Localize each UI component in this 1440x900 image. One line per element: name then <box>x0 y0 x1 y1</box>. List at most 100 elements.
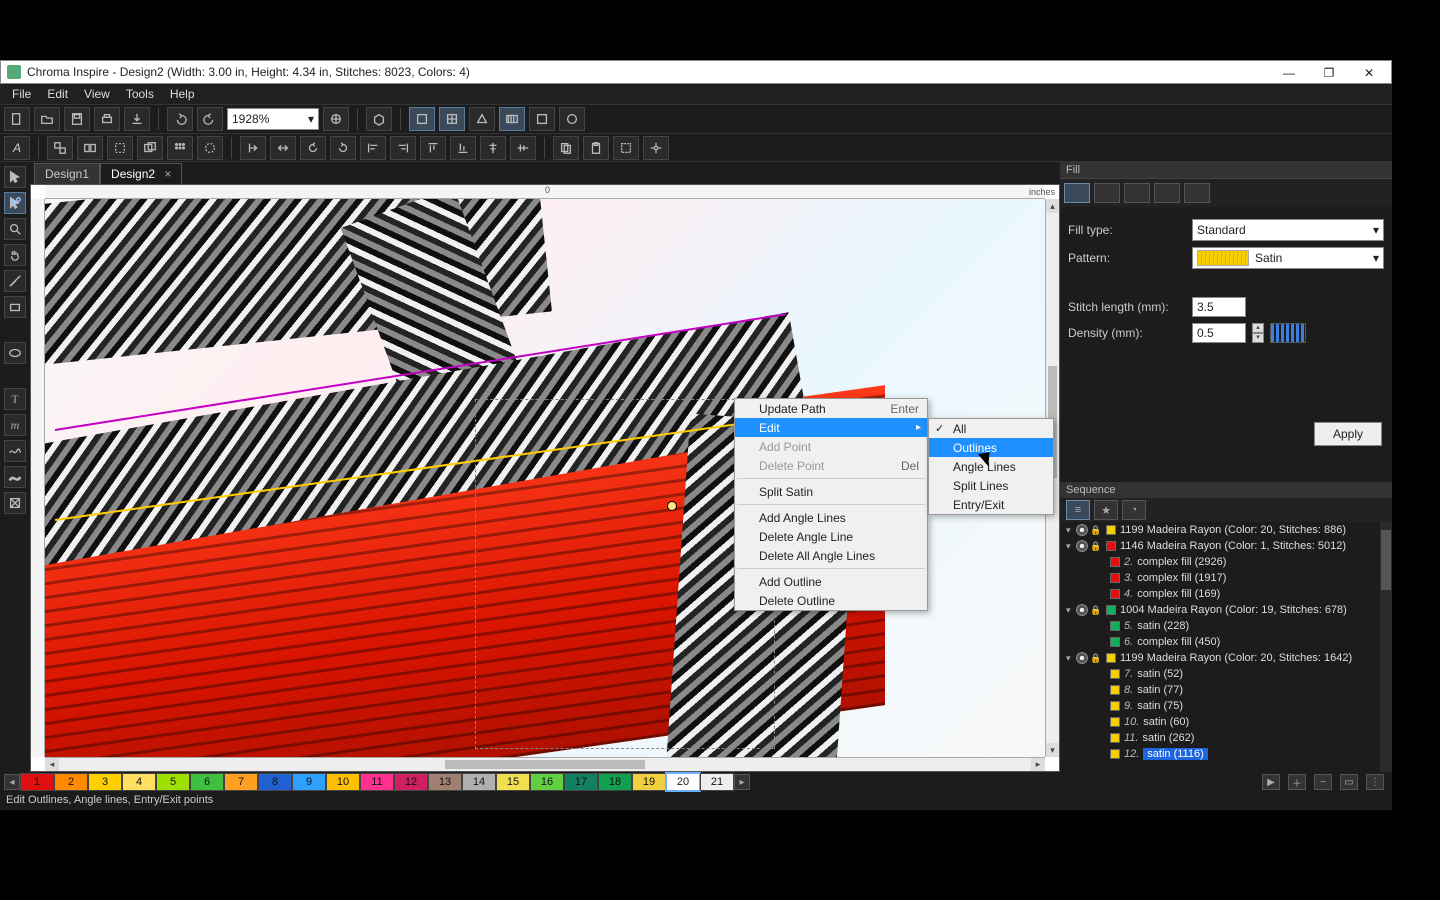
palette-color[interactable]: 12 <box>394 773 428 791</box>
window-minimize-button[interactable]: — <box>1269 61 1309 85</box>
zoom-tool[interactable] <box>4 218 26 240</box>
sequence-add-button[interactable]: ＋ <box>1288 774 1306 790</box>
density-stepper[interactable]: ▴▾ <box>1252 323 1264 343</box>
sequence-item[interactable]: 4. complex fill (169) <box>1060 586 1380 602</box>
apply-button[interactable]: Apply <box>1314 422 1382 446</box>
reshape-tool[interactable] <box>4 192 26 214</box>
sequence-item[interactable]: 5. satin (228) <box>1060 618 1380 634</box>
submenu-item[interactable]: Entry/Exit <box>929 495 1053 514</box>
view-grid-button[interactable] <box>439 107 465 131</box>
export-button[interactable] <box>124 107 150 131</box>
zoom-fit-button[interactable] <box>323 107 349 131</box>
visibility-icon[interactable] <box>1076 604 1088 616</box>
select-within-button[interactable] <box>107 136 133 160</box>
lock-icon[interactable]: 🔒 <box>1090 605 1100 616</box>
palette-color[interactable]: 21 <box>700 773 734 791</box>
group-button[interactable] <box>47 136 73 160</box>
new-button[interactable] <box>4 107 30 131</box>
palette-prev-icon[interactable]: ◂ <box>4 774 20 790</box>
palette-color[interactable]: 10 <box>326 773 360 791</box>
palette-color[interactable]: 2 <box>54 773 88 791</box>
sequence-favorites-button[interactable]: ★ <box>1094 500 1118 520</box>
grid-dots-button[interactable] <box>167 136 193 160</box>
fill-tab-commands[interactable] <box>1184 183 1210 203</box>
sequence-group[interactable]: ▾ 🔒 1199 Madeira Rayon (Color: 20, Stitc… <box>1060 522 1380 538</box>
expand-icon[interactable]: ▾ <box>1066 525 1076 536</box>
palette-color[interactable]: 15 <box>496 773 530 791</box>
select-tool[interactable] <box>4 166 26 188</box>
sequence-remove-button[interactable]: − <box>1314 774 1332 790</box>
window-close-button[interactable]: ✕ <box>1349 61 1389 85</box>
palette-color[interactable]: 6 <box>190 773 224 791</box>
scroll-thumb[interactable] <box>1381 530 1391 590</box>
palette-color[interactable]: 20 <box>666 773 700 791</box>
expand-icon[interactable]: ▾ <box>1066 541 1076 552</box>
sequence-item[interactable]: 10. satin (60) <box>1060 714 1380 730</box>
redo-button[interactable] <box>197 107 223 131</box>
sequence-group[interactable]: ▾ 🔒 1199 Madeira Rayon (Color: 20, Stitc… <box>1060 650 1380 666</box>
sequence-options-button[interactable]: ◔ <box>1122 500 1146 520</box>
selection-bounds-button[interactable] <box>613 136 639 160</box>
align-bottom-button[interactable] <box>450 136 476 160</box>
scroll-right-icon[interactable]: ▸ <box>1031 758 1045 771</box>
visibility-icon[interactable] <box>1076 524 1088 536</box>
view-3d-button[interactable] <box>366 107 392 131</box>
palette-color[interactable]: 8 <box>258 773 292 791</box>
tab-design2[interactable]: Design2 × <box>100 163 182 184</box>
palette-color[interactable]: 3 <box>88 773 122 791</box>
sequence-menu-button[interactable]: ⋮ <box>1366 774 1384 790</box>
view-outlines-button[interactable] <box>529 107 555 131</box>
view-hoop-button[interactable] <box>469 107 495 131</box>
menu-edit[interactable]: Edit <box>39 85 76 103</box>
shapes-tool[interactable] <box>4 296 26 318</box>
menu-view[interactable]: View <box>76 85 118 103</box>
palette-color[interactable]: 5 <box>156 773 190 791</box>
combine-button[interactable] <box>137 136 163 160</box>
center-design-button[interactable] <box>643 136 669 160</box>
undo-button[interactable] <box>167 107 193 131</box>
scroll-left-icon[interactable]: ◂ <box>45 758 59 771</box>
scrollbar-horizontal[interactable]: ◂ ▸ <box>45 757 1045 771</box>
fill-tab-underlay[interactable] <box>1094 183 1120 203</box>
ellipse-tool[interactable] <box>4 342 26 364</box>
context-menu-item[interactable]: Edit▸ <box>735 418 927 437</box>
view-stitches-button[interactable] <box>499 107 525 131</box>
scroll-up-icon[interactable]: ▴ <box>1046 199 1059 213</box>
align-top-button[interactable] <box>420 136 446 160</box>
lock-icon[interactable]: 🔒 <box>1090 525 1100 536</box>
submenu-item[interactable]: ✓All <box>929 419 1053 438</box>
scroll-thumb[interactable] <box>445 760 645 769</box>
sequence-item[interactable]: 9. satin (75) <box>1060 698 1380 714</box>
stitch-length-field[interactable] <box>1192 297 1246 317</box>
sequence-item[interactable]: 7. satin (52) <box>1060 666 1380 682</box>
menu-file[interactable]: File <box>4 85 39 103</box>
rotate-left-button[interactable] <box>300 136 326 160</box>
paste-button[interactable] <box>583 136 609 160</box>
run-stitch-tool[interactable] <box>4 440 26 462</box>
open-button[interactable] <box>34 107 60 131</box>
zoom-combo[interactable]: 1928% ▾ <box>227 108 319 130</box>
context-menu-item[interactable]: Add Outline <box>735 572 927 591</box>
expand-icon[interactable]: ▾ <box>1066 605 1076 616</box>
visibility-icon[interactable] <box>1076 652 1088 664</box>
measure-tool[interactable] <box>4 270 26 292</box>
path-node[interactable] <box>667 501 677 511</box>
sequence-item[interactable]: 2. complex fill (2926) <box>1060 554 1380 570</box>
lock-icon[interactable]: 🔒 <box>1090 541 1100 552</box>
sequence-item[interactable]: 8. satin (77) <box>1060 682 1380 698</box>
tab-design1[interactable]: Design1 <box>34 163 100 184</box>
density-field[interactable] <box>1192 323 1246 343</box>
monogram-tool[interactable]: m <box>4 414 26 436</box>
menu-tools[interactable]: Tools <box>118 85 162 103</box>
palette-color[interactable]: 11 <box>360 773 394 791</box>
context-menu-item[interactable]: Split Satin <box>735 482 927 501</box>
context-menu-item[interactable]: Delete Outline <box>735 591 927 610</box>
sequence-item[interactable]: 6. complex fill (450) <box>1060 634 1380 650</box>
context-menu-item[interactable]: Update PathEnter <box>735 399 927 418</box>
satin-tool[interactable] <box>4 466 26 488</box>
submenu-item[interactable]: Angle Lines <box>929 457 1053 476</box>
sequence-item[interactable]: 11. satin (262) <box>1060 730 1380 746</box>
sequence-play-button[interactable]: ▶ <box>1262 774 1280 790</box>
visibility-icon[interactable] <box>1076 540 1088 552</box>
sequence-scrollbar[interactable] <box>1380 522 1392 772</box>
